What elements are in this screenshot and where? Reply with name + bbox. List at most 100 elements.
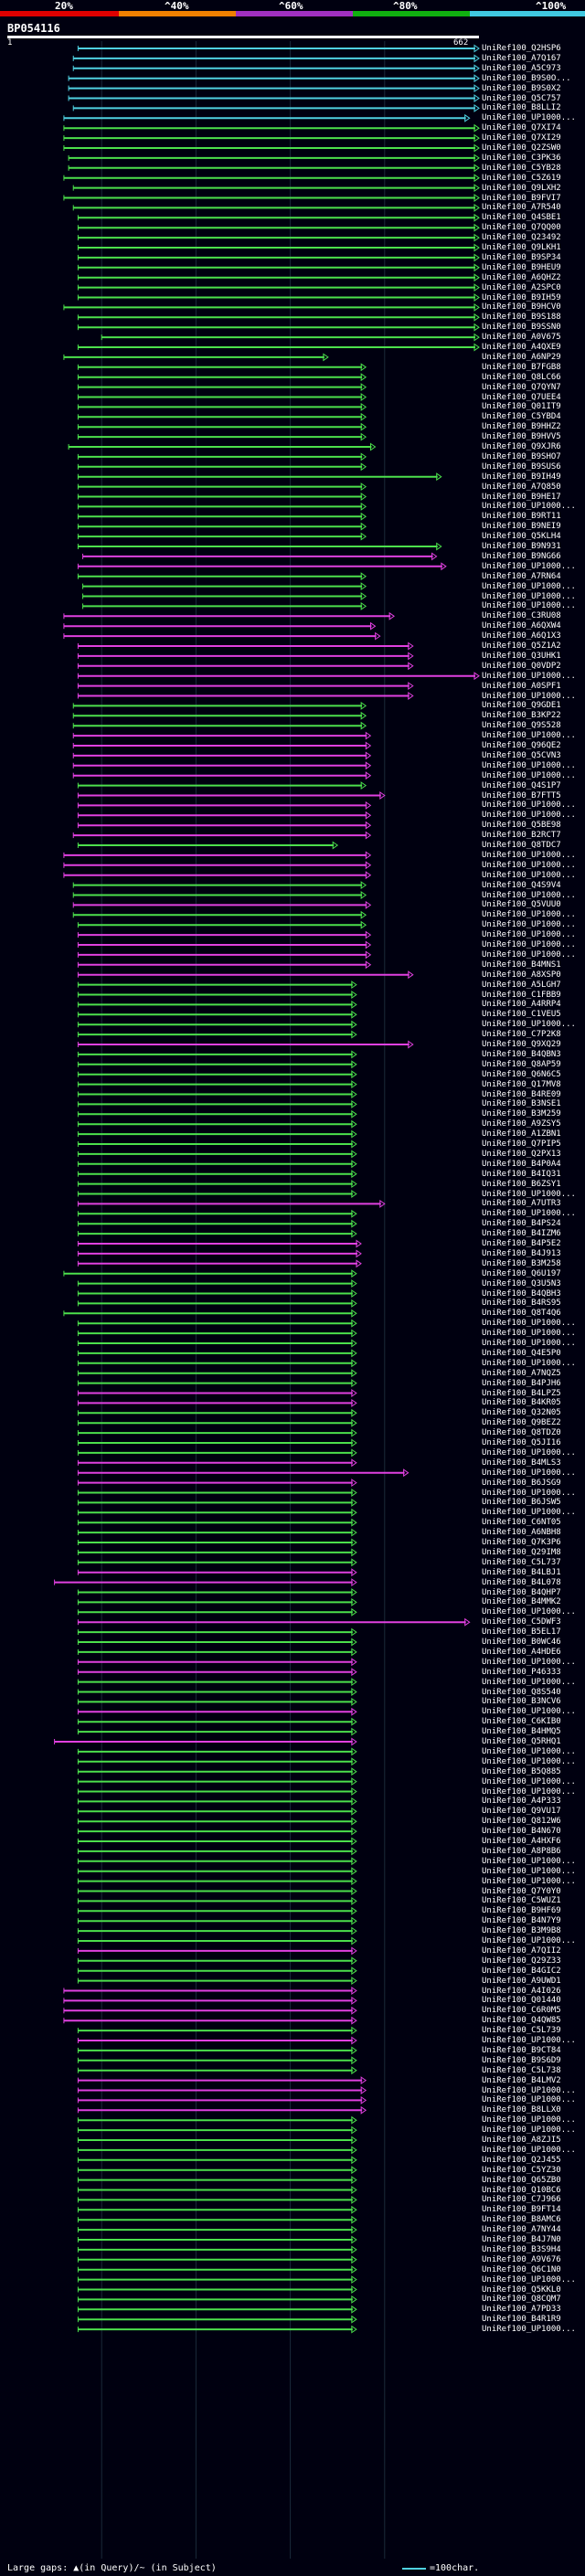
hit-label[interactable]: UniRef100_B4RE09 (482, 1090, 561, 1099)
hit-label[interactable]: UniRef100_Q5RHQ1 (482, 1737, 561, 1746)
hit-label[interactable]: UniRef100_UP1000... (482, 800, 576, 810)
hit-label[interactable]: UniRef100_B7FTT5 (482, 791, 561, 800)
hit-label[interactable]: UniRef100_Q9GDE1 (482, 701, 561, 710)
hit-label[interactable]: UniRef100_B4QBN3 (482, 1050, 561, 1059)
hit-label[interactable]: UniRef100_B6JSG9 (482, 1479, 561, 1488)
hit-label[interactable]: UniRef100_Q6C1N0 (482, 2265, 561, 2274)
hit-label[interactable]: UniRef100_UP1000... (482, 940, 576, 949)
hit-label[interactable]: UniRef100_Q0VDP2 (482, 662, 561, 671)
hit-label[interactable]: UniRef100_Q10BC6 (482, 2186, 561, 2195)
hit-label[interactable]: UniRef100_B9CT84 (482, 2046, 561, 2055)
hit-label[interactable]: UniRef100_UP1000... (482, 1607, 576, 1617)
hit-label[interactable]: UniRef100_Q7QQ00 (482, 223, 561, 232)
hit-label[interactable]: UniRef100_C5L739 (482, 2026, 561, 2035)
hit-label[interactable]: UniRef100_UP1000... (482, 1190, 576, 1199)
hit-label[interactable]: UniRef100_B4R1R9 (482, 2315, 561, 2324)
hit-label[interactable]: UniRef100_UP1000... (482, 1777, 576, 1786)
hit-label[interactable]: UniRef100_UP1000... (482, 502, 576, 511)
hit-label[interactable]: UniRef100_B6ZSY1 (482, 1180, 561, 1189)
hit-label[interactable]: UniRef100_UP1000... (482, 1747, 576, 1756)
hit-label[interactable]: UniRef100_B4QBH3 (482, 1289, 561, 1299)
hit-label[interactable]: UniRef100_Q23492 (482, 233, 561, 242)
hit-label[interactable]: UniRef100_UP1000... (482, 910, 576, 919)
hit-label[interactable]: UniRef100_A0SPF1 (482, 682, 561, 691)
hit-label[interactable]: UniRef100_Q8TDZ0 (482, 1428, 561, 1437)
hit-label[interactable]: UniRef100_C1VEU5 (482, 1010, 561, 1019)
hit-label[interactable]: UniRef100_A6QHZ2 (482, 273, 561, 282)
hit-label[interactable]: UniRef100_A6NP29 (482, 353, 561, 362)
hit-label[interactable]: UniRef100_A7Q167 (482, 54, 561, 63)
hit-label[interactable]: UniRef100_B4P5E2 (482, 1239, 561, 1248)
hit-label[interactable]: UniRef100_A4RRP4 (482, 1000, 561, 1009)
hit-label[interactable]: UniRef100_Q32N05 (482, 1408, 561, 1417)
hit-label[interactable]: UniRef100_A4HXF6 (482, 1837, 561, 1846)
hit-label[interactable]: UniRef100_Q5CVN3 (482, 751, 561, 760)
hit-label[interactable]: UniRef100_B9HEU9 (482, 263, 561, 272)
hit-label[interactable]: UniRef100_B9N931 (482, 542, 561, 551)
hit-label[interactable]: UniRef100_Q9BEZ2 (482, 1418, 561, 1427)
hit-label[interactable]: UniRef100_B4N670 (482, 1827, 561, 1836)
hit-label[interactable]: UniRef100_UP1000... (482, 592, 576, 601)
hit-label[interactable]: UniRef100_Q8T4Q6 (482, 1309, 561, 1318)
hit-label[interactable]: UniRef100_B9HE17 (482, 493, 561, 502)
hit-label[interactable]: UniRef100_B4IQ31 (482, 1170, 561, 1179)
hit-label[interactable]: UniRef100_B9S6D9 (482, 2056, 561, 2065)
hit-label[interactable]: UniRef100_B9S188 (482, 313, 561, 322)
hit-label[interactable]: UniRef100_B4J913 (482, 1249, 561, 1258)
hit-label[interactable]: UniRef100_A4P333 (482, 1797, 561, 1806)
hit-label[interactable]: UniRef100_B6JSW5 (482, 1498, 561, 1507)
hit-label[interactable]: UniRef100_Q4QW85 (482, 2016, 561, 2025)
hit-label[interactable]: UniRef100_Q3U5N3 (482, 1279, 561, 1288)
hit-label[interactable]: UniRef100_UP1000... (482, 771, 576, 780)
hit-label[interactable]: UniRef100_Q7XI74 (482, 123, 561, 133)
hit-label[interactable]: UniRef100_A5C973 (482, 64, 561, 73)
hit-label[interactable]: UniRef100_B9S0O... (482, 74, 571, 83)
hit-label[interactable]: UniRef100_UP1000... (482, 2125, 576, 2135)
hit-label[interactable]: UniRef100_B9RT11 (482, 512, 561, 521)
hit-label[interactable]: UniRef100_UP1000... (482, 1319, 576, 1328)
hit-label[interactable]: UniRef100_A4I026 (482, 1987, 561, 1996)
hit-label[interactable]: UniRef100_B3NSE1 (482, 1099, 561, 1108)
hit-label[interactable]: UniRef100_Q8LC66 (482, 373, 561, 382)
hit-label[interactable]: UniRef100_UP1000... (482, 1448, 576, 1458)
hit-label[interactable]: UniRef100_B8LLX0 (482, 2105, 561, 2115)
hit-label[interactable]: UniRef100_C5L738 (482, 2066, 561, 2075)
hit-label[interactable]: UniRef100_Q5JI16 (482, 1438, 561, 1447)
hit-label[interactable]: UniRef100_B4L078 (482, 1578, 561, 1587)
hit-label[interactable]: UniRef100_Q9LXH2 (482, 184, 561, 193)
hit-label[interactable]: UniRef100_UP1000... (482, 1468, 576, 1478)
hit-label[interactable]: UniRef100_A7QII2 (482, 1946, 561, 1956)
hit-label[interactable]: UniRef100_B7FGB8 (482, 363, 561, 372)
hit-label[interactable]: UniRef100_Q17MV8 (482, 1080, 561, 1089)
hit-label[interactable]: UniRef100_B4PJH6 (482, 1379, 561, 1388)
hit-label[interactable]: UniRef100_UP1000... (482, 871, 576, 880)
hit-label[interactable]: UniRef100_C5L737 (482, 1558, 561, 1567)
hit-label[interactable]: UniRef100_B4IZM6 (482, 1229, 561, 1238)
hit-label[interactable]: UniRef100_UP1000... (482, 950, 576, 959)
hit-label[interactable]: UniRef100_UP1000... (482, 731, 576, 740)
hit-label[interactable]: UniRef100_A4HDE6 (482, 1648, 561, 1657)
hit-label[interactable]: UniRef100_C5Z619 (482, 174, 561, 183)
hit-label[interactable]: UniRef100_A8XSP0 (482, 970, 561, 980)
hit-label[interactable]: UniRef100_B4LMV2 (482, 2076, 561, 2085)
hit-label[interactable]: UniRef100_Q5C757 (482, 94, 561, 103)
hit-label[interactable]: UniRef100_Q4S1P7 (482, 781, 561, 790)
hit-label[interactable]: UniRef100_Q4SBE1 (482, 213, 561, 222)
hit-label[interactable]: UniRef100_UP1000... (482, 692, 576, 701)
hit-label[interactable]: UniRef100_B4J7N0 (482, 2235, 561, 2244)
hit-label[interactable]: UniRef100_Q2J455 (482, 2156, 561, 2165)
hit-label[interactable]: UniRef100_A7UTR3 (482, 1199, 561, 1208)
hit-label[interactable]: UniRef100_B9HHZ2 (482, 422, 561, 431)
hit-label[interactable]: UniRef100_B4KR05 (482, 1398, 561, 1407)
hit-label[interactable]: UniRef100_Q8S540 (482, 1688, 561, 1697)
hit-label[interactable]: UniRef100_UP1000... (482, 851, 576, 860)
hit-label[interactable]: UniRef100_B9HVV5 (482, 432, 561, 441)
hit-label[interactable]: UniRef100_C5YBD4 (482, 412, 561, 421)
hit-label[interactable]: UniRef100_Q01440 (482, 1996, 561, 2005)
hit-label[interactable]: UniRef100_A9V676 (482, 2255, 561, 2264)
hit-label[interactable]: UniRef100_Q5KLH4 (482, 532, 561, 541)
hit-label[interactable]: UniRef100_UP1000... (482, 113, 576, 122)
hit-label[interactable]: UniRef100_C6R0M5 (482, 2006, 561, 2015)
hit-label[interactable]: UniRef100_B4PS24 (482, 1219, 561, 1228)
hit-label[interactable]: UniRef100_UP1000... (482, 1489, 576, 1498)
